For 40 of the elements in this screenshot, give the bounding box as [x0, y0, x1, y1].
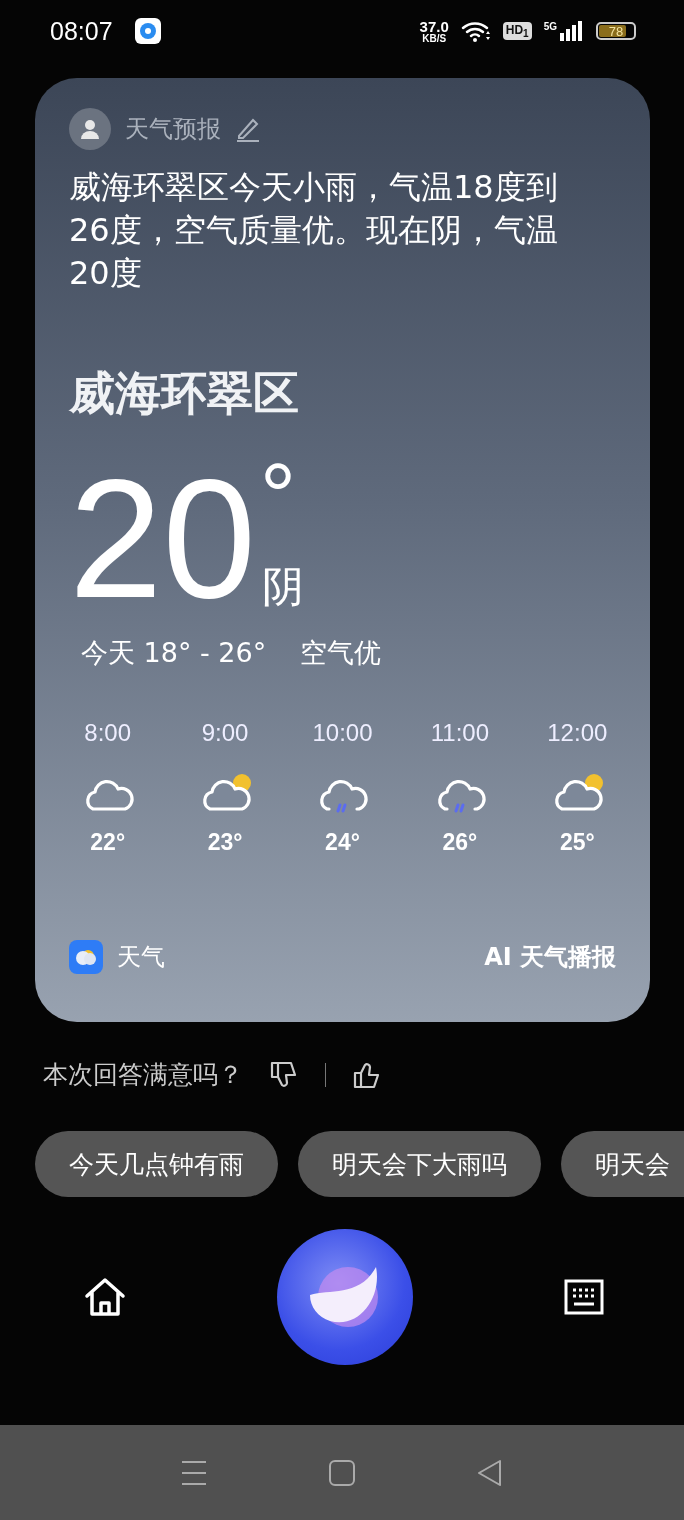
hour-temperature: 23° [207, 829, 243, 856]
app-notification-icon [134, 18, 161, 44]
hour-temperature: 22° [90, 829, 126, 856]
suggestion-chip[interactable]: 明天会 [561, 1131, 684, 1197]
hour-time: 11:00 [430, 719, 490, 747]
feedback-question: 本次回答满意吗？ [43, 1059, 243, 1091]
edit-icon[interactable] [235, 116, 261, 142]
suggestion-chip[interactable]: 今天几点钟有雨 [35, 1131, 278, 1197]
thumbs-down-icon[interactable] [269, 1059, 299, 1090]
hour-temperature: 24° [325, 829, 360, 856]
hour-temperature: 25° [559, 829, 595, 856]
network-type: 5G [543, 21, 557, 32]
battery-icon: 78 [596, 22, 636, 40]
app-name: 天气 [117, 942, 165, 973]
signal-icon [560, 21, 584, 41]
home-square-icon[interactable] [328, 1458, 356, 1487]
wifi-icon [460, 20, 491, 42]
hd-badge: HD$_{1}$ [502, 21, 532, 41]
hour-time: 9:00 [201, 719, 249, 747]
current-temperature: 20 [69, 469, 256, 609]
hour-time: 10:00 [312, 719, 373, 747]
avatar-icon [69, 108, 111, 150]
temperature-range: 今天 18° - 26° [81, 636, 267, 670]
hour-time: 12:00 [547, 719, 608, 747]
source-title: 天气预报 [125, 114, 221, 145]
city-name: 威海环翠区 [69, 365, 300, 422]
suggestion-chip[interactable]: 明天会下大雨吗 [298, 1131, 541, 1197]
weather-condition: 阴 [261, 561, 304, 613]
menu-icon[interactable] [180, 1458, 208, 1487]
network-speed: 37.0 KB/S [419, 18, 449, 44]
keyboard-icon[interactable] [564, 1279, 604, 1315]
back-icon[interactable] [476, 1458, 504, 1487]
home-icon[interactable] [84, 1277, 126, 1317]
degree-sign: ° [259, 451, 296, 541]
weather-summary: 威海环翠区今天小雨，气温18度到26度，空气质量优。现在阴，气温20度 [69, 167, 559, 294]
status-time: 08:07 [50, 16, 113, 46]
air-quality: 空气优 [300, 636, 382, 670]
weather-app-icon [69, 940, 103, 974]
hour-temperature: 26° [442, 829, 478, 856]
hour-time: 8:00 [84, 719, 132, 747]
